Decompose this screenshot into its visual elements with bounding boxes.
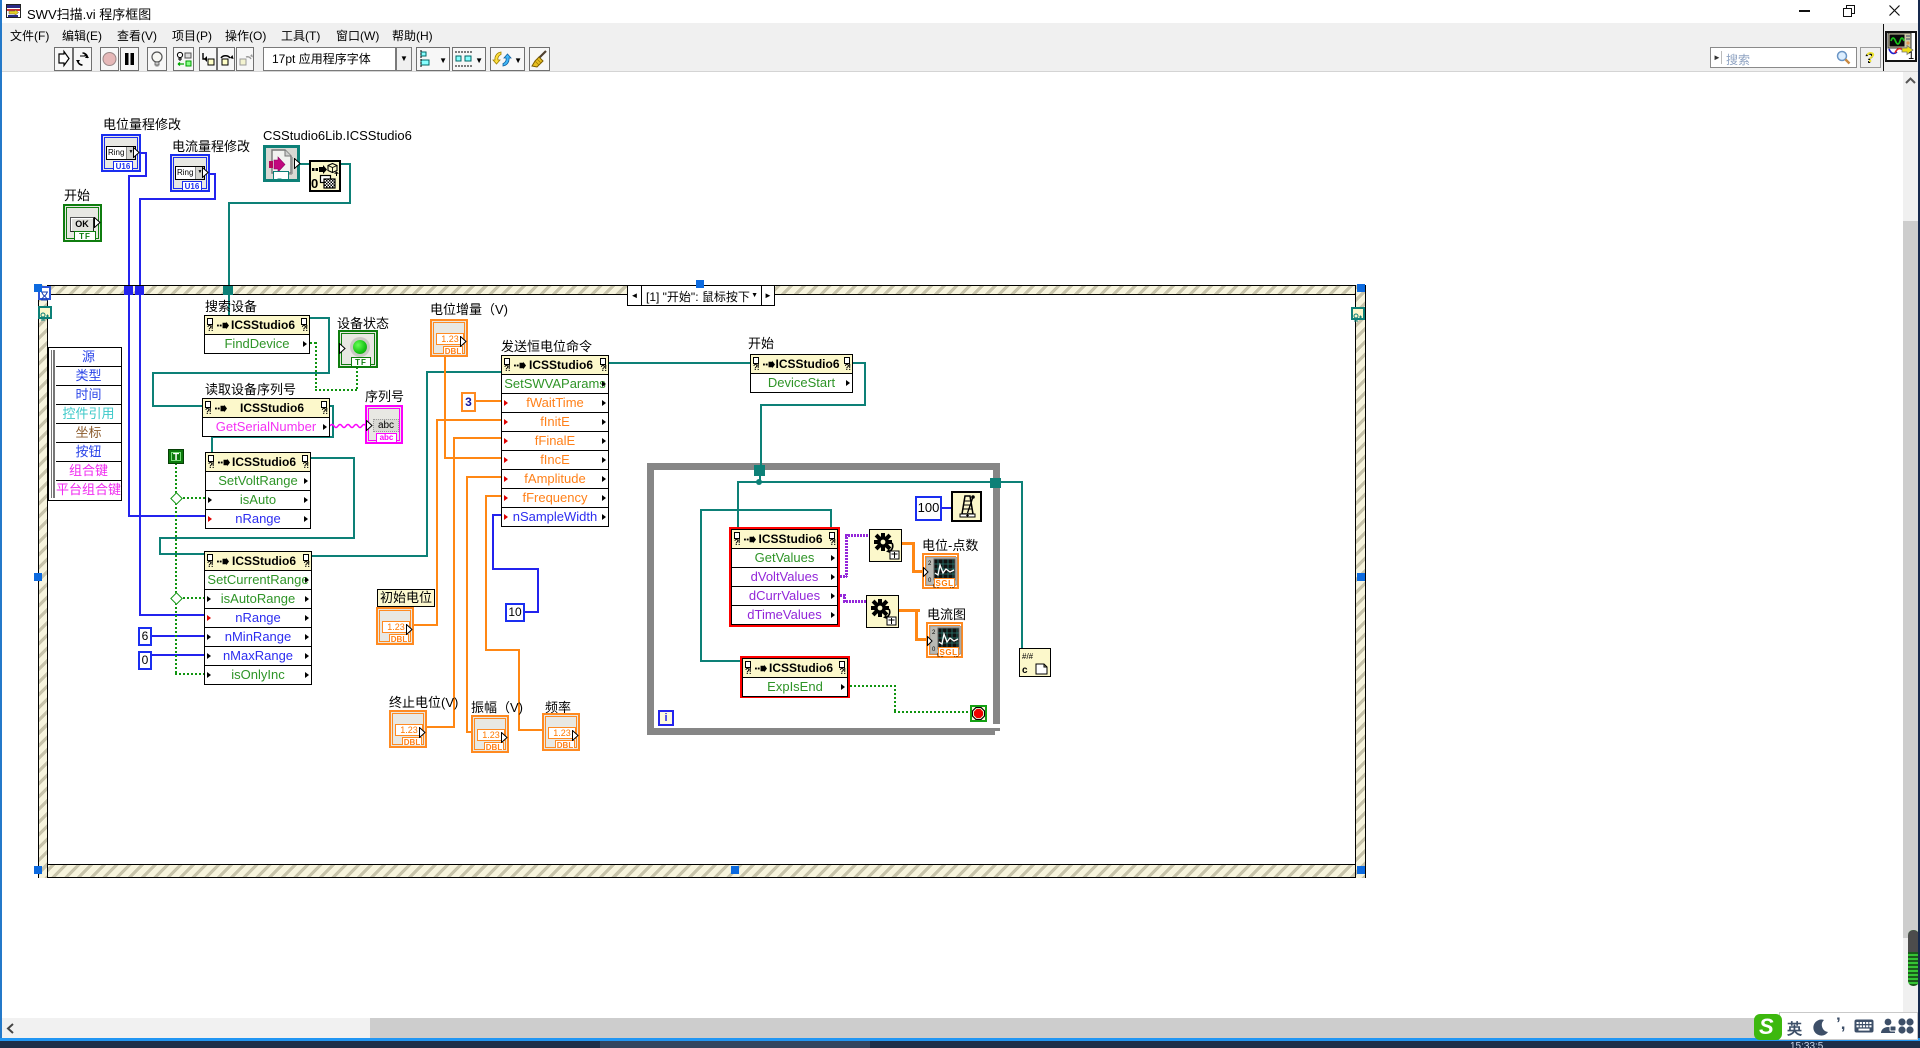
svg-text:0: 0 (311, 176, 318, 190)
svg-text:c: c (1022, 665, 1028, 676)
svg-text:#/#: #/# (1022, 652, 1034, 661)
svg-text:1: 1 (1908, 50, 1914, 60)
